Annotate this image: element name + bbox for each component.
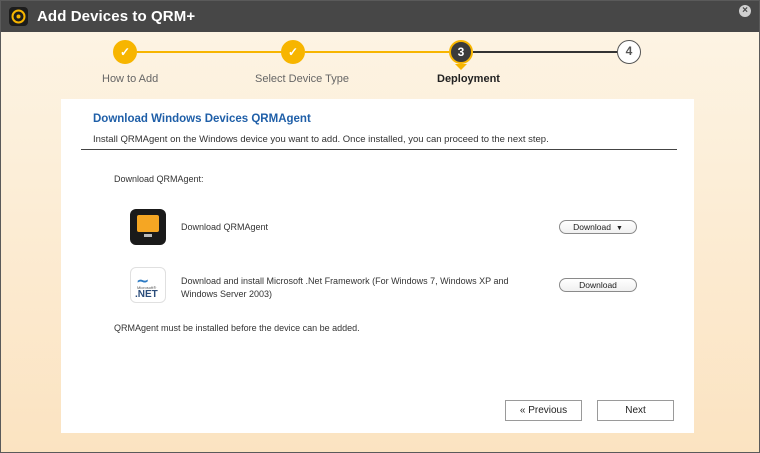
previous-button[interactable]: « Previous bbox=[505, 400, 582, 421]
step-1-check-icon: ✓ bbox=[113, 40, 137, 64]
dotnet-icon: ~ Microsoft® .NET bbox=[130, 267, 166, 303]
active-step-pointer-icon bbox=[455, 64, 467, 70]
download-dotnet-button-label: Download bbox=[579, 280, 617, 290]
add-devices-window: Add Devices to QRM+ × ✓ ✓ 3 4 How to Add… bbox=[0, 0, 760, 453]
download-qrmagent-button-label: Download bbox=[573, 222, 611, 232]
title-bar: Add Devices to QRM+ × bbox=[1, 1, 759, 32]
section-label: Download QRMAgent: bbox=[114, 174, 204, 184]
step-connector-2 bbox=[305, 51, 449, 53]
download-dotnet-label: Download and install Microsoft .Net Fram… bbox=[181, 276, 509, 299]
step-3-indicator: 3 bbox=[449, 40, 473, 64]
download-qrmagent-label: Download QRMAgent bbox=[181, 222, 269, 232]
step-label-deployment: Deployment bbox=[437, 73, 500, 85]
step-label-how-to-add: How to Add bbox=[102, 73, 159, 85]
window-title: Add Devices to QRM+ bbox=[37, 8, 196, 25]
qrmagent-icon bbox=[130, 209, 166, 245]
content-panel: Download Windows Devices QRMAgent Instal… bbox=[61, 99, 694, 433]
wizard-stepper: ✓ ✓ 3 4 How to Add Select Device Type De… bbox=[1, 32, 759, 92]
step-4-indicator: 4 bbox=[617, 40, 641, 64]
content-description: Install QRMAgent on the Windows device y… bbox=[93, 134, 549, 145]
step-2-check-icon: ✓ bbox=[281, 40, 305, 64]
download-dotnet-button[interactable]: Download bbox=[559, 278, 637, 292]
divider bbox=[81, 149, 677, 150]
install-note: QRMAgent must be installed before the de… bbox=[114, 323, 360, 333]
close-button[interactable]: × bbox=[739, 5, 751, 17]
step-label-select-device-type: Select Device Type bbox=[255, 73, 349, 85]
chevron-down-icon: ▼ bbox=[615, 225, 623, 232]
content-title: Download Windows Devices QRMAgent bbox=[93, 113, 311, 125]
qrm-logo-icon bbox=[9, 7, 28, 26]
step-connector-3 bbox=[473, 51, 617, 53]
step-connector-1 bbox=[137, 51, 293, 53]
dotnet-icon-text: .NET bbox=[135, 289, 158, 300]
download-qrmagent-button[interactable]: Download ▼ bbox=[559, 220, 637, 234]
next-button[interactable]: Next bbox=[597, 400, 674, 421]
